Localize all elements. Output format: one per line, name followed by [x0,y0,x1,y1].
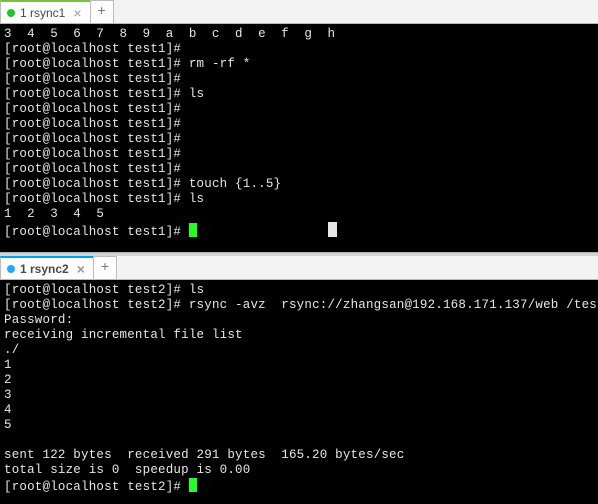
prompt-line: [root@localhost test1]# touch {1..5} [4,177,594,192]
prompt-line: [root@localhost test1]# [4,147,594,162]
prompt-line: [root@localhost test2]# rsync -avz rsync… [4,298,594,313]
output-line: 1 [4,358,594,373]
ime-cursor-icon [328,222,337,237]
tabbar-bottom: 1 rsync2 × + [0,256,598,280]
prompt-line: [root@localhost test1]# [4,72,594,87]
output-line: 5 [4,418,594,433]
prompt-line: [root@localhost test1]# [4,117,594,132]
tab-rsync1[interactable]: 1 rsync1 × [0,0,91,23]
output-line: total size is 0 speedup is 0.00 [4,463,594,478]
prompt-line: [root@localhost test1]# [4,102,594,117]
output-line: 4 [4,403,594,418]
close-icon[interactable]: × [73,6,81,20]
output-line: 2 [4,373,594,388]
prompt-line: [root@localhost test2]# ls [4,283,594,298]
prompt-line: [root@localhost test1]# ls [4,192,594,207]
prompt-line: [root@localhost test1]# [4,132,594,147]
terminal-top[interactable]: 3 4 5 6 7 8 9 a b c d e f g h [root@loca… [0,24,598,252]
terminal-bottom[interactable]: [root@localhost test2]# ls [root@localho… [0,280,598,504]
output-line: 1 2 3 4 5 [4,207,594,222]
tab-rsync2[interactable]: 1 rsync2 × [0,256,94,279]
tabbar-top: 1 rsync1 × + [0,0,598,24]
tab-label: 1 rsync2 [20,262,69,276]
new-tab-button[interactable]: + [90,0,114,23]
pane-rsync2: 1 rsync2 × + [root@localhost test2]# ls … [0,256,598,504]
output-line: ./ [4,343,594,358]
new-tab-button[interactable]: + [93,256,117,279]
prompt-line: [root@localhost test2]# [4,478,594,495]
status-dot-icon [7,9,15,17]
prompt-line: [root@localhost test1]# ls [4,87,594,102]
output-line: sent 122 bytes received 291 bytes 165.20… [4,448,594,463]
output-line: 3 4 5 6 7 8 9 a b c d e f g h [4,27,594,42]
output-line [4,433,594,448]
cursor-icon [189,223,197,237]
prompt-line: [root@localhost test1]# rm -rf * [4,57,594,72]
output-line: Password: [4,313,594,328]
prompt-line: [root@localhost test1]# [4,222,594,240]
cursor-icon [189,478,197,492]
status-dot-icon [7,265,15,273]
close-icon[interactable]: × [77,262,85,276]
pane-rsync1: 1 rsync1 × + 3 4 5 6 7 8 9 a b c d e f g… [0,0,598,252]
output-line: receiving incremental file list [4,328,594,343]
tab-label: 1 rsync1 [20,6,65,20]
prompt-line: [root@localhost test1]# [4,42,594,57]
output-line: 3 [4,388,594,403]
prompt-line: [root@localhost test1]# [4,162,594,177]
